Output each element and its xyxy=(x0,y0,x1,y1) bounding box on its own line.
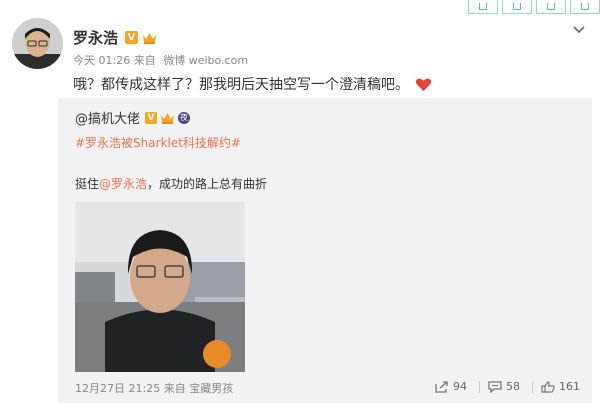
action-divider xyxy=(532,380,533,393)
photo-image xyxy=(75,202,245,372)
repost-username[interactable]: @搞机大佬 xyxy=(75,108,140,127)
action-divider xyxy=(479,380,480,393)
comment-icon xyxy=(488,380,502,393)
post-text: 哦？都传成这样了？那我明后天抽空写一个澄清稿吧。 xyxy=(73,74,432,94)
toolbar-icon-2 xyxy=(513,3,521,10)
toolbar-icon-4 xyxy=(581,3,589,10)
repost-text-prefix: 挺住 xyxy=(75,177,100,191)
repost-count: 94 xyxy=(453,380,467,393)
member-crown-icon xyxy=(143,33,157,44)
repost-author: @搞机大佬 V 夜 xyxy=(75,108,191,127)
repost-text: 挺住@罗永浩，成功的路上总有曲折 xyxy=(75,175,267,192)
avatar-portrait xyxy=(12,18,63,69)
night-mode-icon: 夜 xyxy=(178,111,191,124)
post-time[interactable]: 今天 01:26 xyxy=(73,54,130,67)
repost-icon xyxy=(435,380,448,393)
comment-count: 58 xyxy=(506,380,520,393)
post-meta: 今天 01:26 来自 微博 weibo.com xyxy=(73,52,248,68)
post-username[interactable]: 罗永浩 xyxy=(73,27,118,48)
member-crown-icon xyxy=(161,113,175,124)
repost-mention[interactable]: @罗永浩 xyxy=(99,177,147,191)
repost-date[interactable]: 12月27日 21:25 xyxy=(75,382,160,395)
verified-v-icon: V xyxy=(145,111,158,124)
chevron-down-icon[interactable] xyxy=(572,22,586,36)
toolbar-button-3[interactable] xyxy=(536,0,566,14)
comment-button[interactable]: 58 xyxy=(488,380,520,393)
toolbar-button-2[interactable] xyxy=(502,0,532,14)
like-button[interactable]: 161 xyxy=(541,380,580,393)
verified-v-icon: V xyxy=(125,31,139,44)
post-source[interactable]: 微博 weibo.com xyxy=(163,54,248,67)
like-icon xyxy=(541,380,555,393)
top-toolbar xyxy=(464,0,600,14)
heart-emoji-icon xyxy=(415,78,432,91)
post-author: 罗永浩 V xyxy=(73,27,157,48)
avatar[interactable] xyxy=(12,18,63,69)
repost-text-suffix: ，成功的路上总有曲折 xyxy=(147,177,268,191)
like-count: 161 xyxy=(559,380,580,393)
repost-actions: 94 58 161 xyxy=(427,380,580,393)
repost-button[interactable]: 94 xyxy=(435,380,467,393)
toolbar-button-1[interactable] xyxy=(468,0,498,14)
repost-meta: 12月27日 21:25 来自 宝藏男孩 xyxy=(75,380,233,396)
toolbar-button-4[interactable] xyxy=(570,0,600,14)
toolbar-icon-3 xyxy=(547,3,555,10)
repost-photo[interactable] xyxy=(75,202,245,372)
post-source-prefix: 来自 xyxy=(133,54,156,67)
reposted-weibo: @搞机大佬 V 夜 #罗永浩被Sharklet科技解约# 挺住@罗永浩，成功的路… xyxy=(58,98,592,403)
repost-source[interactable]: 宝藏男孩 xyxy=(189,382,233,395)
toolbar-icon-1 xyxy=(479,3,487,10)
repost-hashtag[interactable]: #罗永浩被Sharklet科技解约# xyxy=(75,134,241,151)
post-body: 哦？都传成这样了？那我明后天抽空写一个澄清稿吧。 xyxy=(73,77,409,93)
repost-source-prefix: 来自 xyxy=(163,382,186,395)
